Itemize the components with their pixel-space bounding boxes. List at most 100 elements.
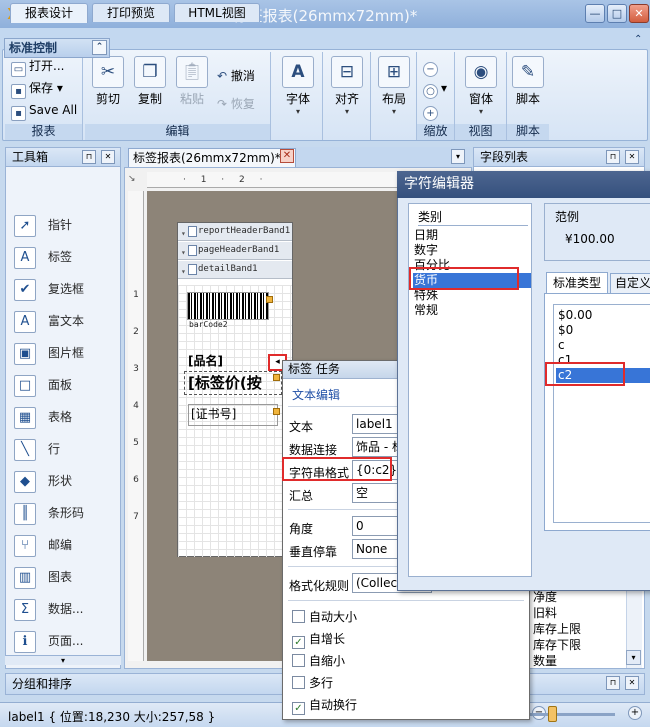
band-report-header[interactable]: ▾ reportHeaderBand1 [178, 223, 292, 241]
checkbox[interactable] [292, 676, 305, 689]
barcode-control[interactable] [187, 292, 269, 320]
field-item[interactable]: 净度 [533, 589, 557, 605]
pin-icon[interactable]: ⊓ [606, 150, 620, 164]
tab-dropdown-icon[interactable]: ▾ [451, 149, 465, 164]
checkbox[interactable] [292, 654, 305, 667]
close-button[interactable]: ✕ [629, 4, 649, 23]
align-button[interactable]: ⊟ 对齐 ▾ [329, 56, 365, 116]
checkbox-row[interactable]: 自动大小 [292, 609, 357, 627]
tool-picture[interactable]: ▣ 图片框 [14, 341, 110, 373]
font-button[interactable]: A 字体 ▾ [280, 56, 316, 116]
checkbox[interactable] [292, 610, 305, 623]
category-item[interactable]: 常规 [413, 303, 531, 318]
label-price-selected[interactable]: [标签价(按 [184, 371, 282, 395]
expand-icon[interactable]: ▾ [181, 263, 186, 278]
window-button[interactable]: ◉ 窗体 ▾ [461, 56, 501, 116]
checkbox-row[interactable]: 多行 [292, 675, 333, 693]
zoom-in-button[interactable]: + [423, 100, 441, 121]
expand-icon[interactable]: ▾ [181, 244, 186, 259]
tab-html-view[interactable]: HTML视图 [174, 3, 260, 22]
category-item[interactable]: 日期 [413, 228, 531, 243]
resize-handle[interactable] [273, 408, 280, 415]
tool-checkbox[interactable]: ✔ 复选框 [14, 277, 110, 309]
format-item[interactable]: c [556, 338, 650, 353]
tool-line[interactable]: ╲ 行 [14, 437, 110, 469]
toolbox-title-text: 工具箱 [12, 150, 49, 164]
close-icon[interactable]: ✕ [101, 150, 115, 164]
edit-text-link[interactable]: 文本编辑 [292, 386, 340, 403]
label-certificate[interactable]: [证书号] [188, 404, 278, 426]
zoom-button[interactable]: ○ ▾ [423, 78, 447, 99]
checkbox-row[interactable]: ✓ 自动换行 [292, 697, 357, 715]
save-all-button[interactable]: ▪ Save All [11, 100, 77, 121]
zoom-slider-thumb[interactable] [548, 706, 557, 722]
copy-button[interactable]: ❐ 复制 [133, 56, 167, 107]
tool-label[interactable]: A 标签 [14, 245, 110, 277]
field-item[interactable]: 数量 [533, 653, 557, 669]
checkbox[interactable]: ✓ [292, 702, 305, 715]
format-item[interactable]: $0 [556, 323, 650, 338]
checkbox-row[interactable]: ✓ 自增长 [292, 631, 345, 649]
tab-custom[interactable]: 自定义 [610, 273, 650, 293]
minimize-button[interactable]: — [585, 4, 605, 23]
band-icon [188, 264, 197, 275]
tool-chart[interactable]: ▥ 图表 [14, 565, 110, 597]
tab-print-preview[interactable]: 打印预览 [92, 3, 170, 22]
tab-standard-type[interactable]: 标准类型 [546, 272, 608, 293]
save-button[interactable]: ▪ 保存 ▾ [11, 78, 63, 99]
category-item[interactable]: 数字 [413, 243, 531, 258]
field-item[interactable]: 库存上限 [533, 621, 581, 637]
open-button[interactable]: ▭ 打开... [11, 56, 64, 77]
band-detail[interactable]: ▾ detailBand1 [178, 261, 292, 279]
close-icon[interactable]: ✕ [625, 150, 639, 164]
format-item[interactable]: $0.00 [556, 308, 650, 323]
scroll-down-icon[interactable]: ▾ [626, 650, 641, 665]
layout-button[interactable]: ⊞ 布局 ▾ [376, 56, 412, 116]
resize-handle[interactable] [273, 374, 280, 381]
maximize-button[interactable]: □ [607, 4, 627, 23]
tool-sum[interactable]: Σ 数据... [14, 597, 110, 629]
label-product-name[interactable]: [品名] [188, 352, 223, 369]
checkbox-row[interactable]: 自缩小 [292, 653, 345, 671]
cut-button[interactable]: ✂ 剪切 [91, 56, 125, 107]
redo-button[interactable]: ↷ 恢复 [217, 94, 255, 114]
zoom-out-icon: − [423, 62, 438, 77]
group-label-report: 报表 [5, 124, 82, 140]
undo-button[interactable]: ↶ 撤消 [217, 66, 255, 86]
toolbox-section-header[interactable]: 标准控制 ⌃ [4, 38, 110, 58]
expand-icon[interactable]: ↘ [128, 174, 142, 188]
tool-shape[interactable]: ◆ 形状 [14, 469, 110, 501]
collapse-icon[interactable]: ⌃ [92, 40, 107, 55]
checkbox[interactable]: ✓ [292, 636, 305, 649]
category-item[interactable]: 特殊 [413, 288, 531, 303]
tab-report-design[interactable]: 报表设计 [10, 3, 88, 23]
script-button[interactable]: ✎ 脚本 [511, 56, 545, 107]
ribbon-collapse-icon[interactable]: ⌃ [634, 34, 646, 45]
paste-button[interactable]: 📋︎ 粘贴 [175, 56, 209, 107]
document-tab[interactable]: 标签报表(26mmx72mm)* [128, 148, 296, 167]
resize-handle[interactable] [266, 296, 273, 303]
field-item[interactable]: 库存下限 [533, 637, 581, 653]
pin-icon[interactable]: ⊓ [82, 150, 96, 164]
pin-icon[interactable]: ⊓ [606, 676, 620, 690]
field-list-title-text: 字段列表 [480, 150, 529, 164]
scroll-down-icon[interactable]: ▾ [5, 655, 121, 665]
clipboard-icon: 📋︎ [176, 56, 208, 88]
tool-richtext[interactable]: A 富文本 [14, 309, 110, 341]
field-item[interactable]: 旧料 [533, 605, 557, 621]
tool-panel[interactable]: □ 面板 [14, 373, 110, 405]
group-label-zoom: 缩放 [417, 124, 454, 140]
window-label: 窗体 [468, 92, 493, 106]
zoom-plus-icon[interactable]: + [628, 706, 642, 720]
band-page-header[interactable]: ▾ pageHeaderBand1 [178, 242, 292, 260]
tool-pointer[interactable]: ➚ 指针 [14, 213, 110, 245]
close-tab-icon[interactable]: ✕ [280, 149, 294, 163]
vertical-ruler [128, 191, 144, 661]
expand-icon[interactable]: ▾ [181, 225, 186, 240]
tool-table[interactable]: ▦ 表格 [14, 405, 110, 437]
tool-barcode[interactable]: ║ 条形码 [14, 501, 110, 533]
close-icon[interactable]: ✕ [625, 676, 639, 690]
checkbox-label: 自缩小 [309, 654, 346, 668]
tool-zipcode[interactable]: ⑂ 邮编 [14, 533, 110, 565]
zoom-out-button[interactable]: − [423, 56, 441, 77]
